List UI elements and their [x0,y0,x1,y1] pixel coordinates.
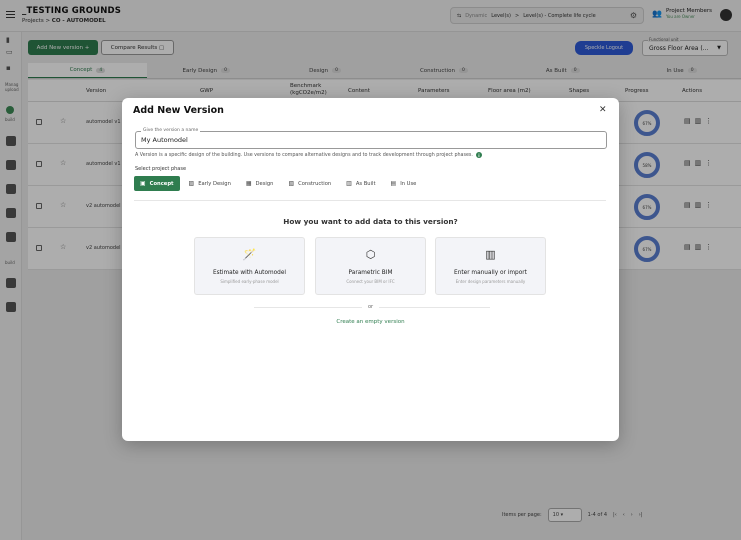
dialog-title: Add New Version [133,105,224,116]
close-icon[interactable]: ✕ [599,105,607,115]
help-text: A Version is a specific design of the bu… [135,152,482,158]
cube-icon: ⬡ [365,248,376,261]
phase-early-design[interactable]: ▨ Early Design [182,176,237,191]
version-name-field[interactable]: Give the version a name [135,128,607,149]
design-icon: ▦ [245,180,252,187]
version-name-input[interactable] [136,132,606,148]
phase-toggle-group: ▣ Concept ▨ Early Design ▦ Design ▧ Construc… [134,176,423,191]
option-manual-import[interactable]: ▥ Enter manually or import Enter design … [435,237,546,295]
phase-concept[interactable]: ▣ Concept [134,176,180,191]
phase-as-built[interactable]: ▥ As Built [340,176,382,191]
phase-design[interactable]: ▦ Design [239,176,280,191]
magic-wand-icon: 🪄 [242,248,257,261]
option-parametric-bim[interactable]: ⬡ Parametric BIM Connect your BIM or IFC [315,237,426,295]
early-design-icon: ▨ [188,180,195,187]
concept-icon: ▣ [140,180,146,187]
phase-construction[interactable]: ▧ Construction [282,176,338,191]
manual-entry-icon: ▥ [485,248,496,261]
in-use-icon: ▤ [390,180,397,187]
phase-in-use[interactable]: ▤ In Use [384,176,423,191]
phase-select-label: Select project phase [135,166,187,172]
as-built-icon: ▥ [346,180,352,187]
create-empty-version-link[interactable]: Create an empty version [122,319,619,325]
add-version-dialog: Add New Version ✕ Give the version a nam… [122,98,619,441]
divider [134,200,606,201]
construction-icon: ▧ [288,180,295,187]
or-label: or [122,304,619,310]
data-source-question: How you want to add data to this version… [283,217,458,226]
option-estimate-automodel[interactable]: 🪄 Estimate with Automodel Simplified ear… [194,237,305,295]
info-icon[interactable]: i [475,152,482,158]
